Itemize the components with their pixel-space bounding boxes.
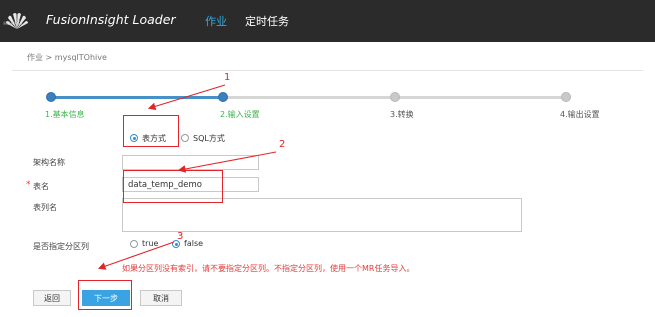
annotation-arrow-3	[97, 241, 175, 270]
annotation-arrow-1	[147, 84, 226, 111]
annotation-arrows	[97, 84, 277, 270]
annotation-arrow-2	[177, 151, 277, 173]
